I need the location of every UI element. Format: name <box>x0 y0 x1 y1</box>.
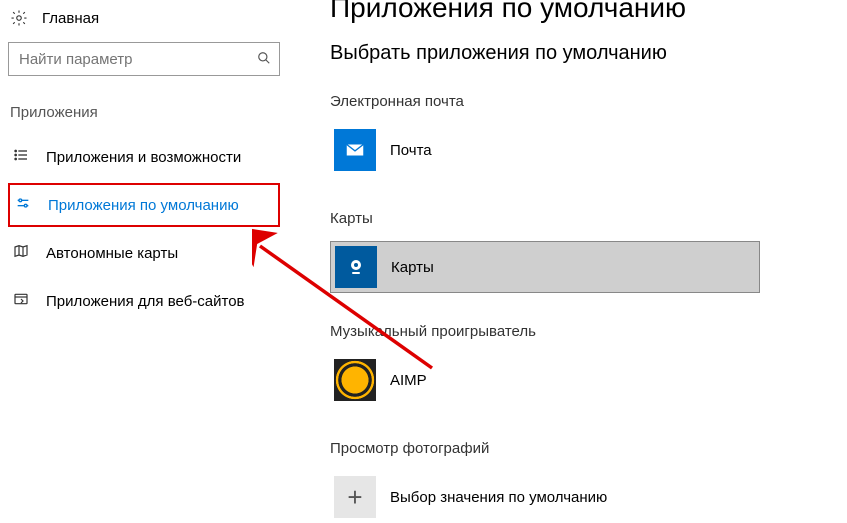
aimp-icon <box>334 359 376 401</box>
default-app-maps[interactable]: Карты <box>330 241 760 293</box>
sidebar-item-label: Приложения для веб-сайтов <box>46 293 245 310</box>
map-icon <box>12 243 30 263</box>
default-app-email[interactable]: Почта <box>330 124 760 176</box>
sidebar-item-apps-websites[interactable]: Приложения для веб-сайтов <box>8 279 280 323</box>
category-label-maps: Карты <box>330 210 837 227</box>
sidebar-section-title: Приложения <box>10 104 280 121</box>
category-label-music: Музыкальный проигрыватель <box>330 323 837 340</box>
category-label-email: Электронная почта <box>330 93 837 110</box>
mail-icon <box>334 129 376 171</box>
maps-app-icon <box>335 246 377 288</box>
app-name: Почта <box>390 142 432 159</box>
app-name: Карты <box>391 259 434 276</box>
category-label-photos: Просмотр фотографий <box>330 440 837 457</box>
plus-icon: + <box>334 476 376 518</box>
default-app-music[interactable]: AIMP <box>330 354 760 406</box>
gear-icon <box>10 9 28 27</box>
sidebar: Главная Приложения Приложения и возможно… <box>0 0 290 508</box>
page-title: Приложения по умолчанию <box>330 0 837 24</box>
sidebar-item-default-apps[interactable]: Приложения по умолчанию <box>8 183 280 227</box>
sidebar-home[interactable]: Главная <box>8 0 280 36</box>
website-icon <box>12 291 30 311</box>
defaults-icon <box>14 195 32 215</box>
sidebar-item-label: Приложения и возможности <box>46 149 241 166</box>
app-name: AIMP <box>390 372 427 389</box>
search-icon <box>257 51 271 68</box>
list-icon <box>12 147 30 167</box>
main-content: Приложения по умолчанию Выбрать приложен… <box>290 0 847 508</box>
page-subtitle: Выбрать приложения по умолчанию <box>330 42 837 65</box>
sidebar-item-apps-features[interactable]: Приложения и возможности <box>8 135 280 179</box>
sidebar-item-label: Приложения по умолчанию <box>48 197 239 214</box>
search-box[interactable] <box>8 42 280 76</box>
sidebar-item-label: Автономные карты <box>46 245 178 262</box>
home-label: Главная <box>42 10 99 27</box>
search-input[interactable] <box>19 51 257 68</box>
sidebar-item-offline-maps[interactable]: Автономные карты <box>8 231 280 275</box>
app-name: Выбор значения по умолчанию <box>390 489 607 506</box>
default-app-photos[interactable]: + Выбор значения по умолчанию <box>330 471 760 523</box>
